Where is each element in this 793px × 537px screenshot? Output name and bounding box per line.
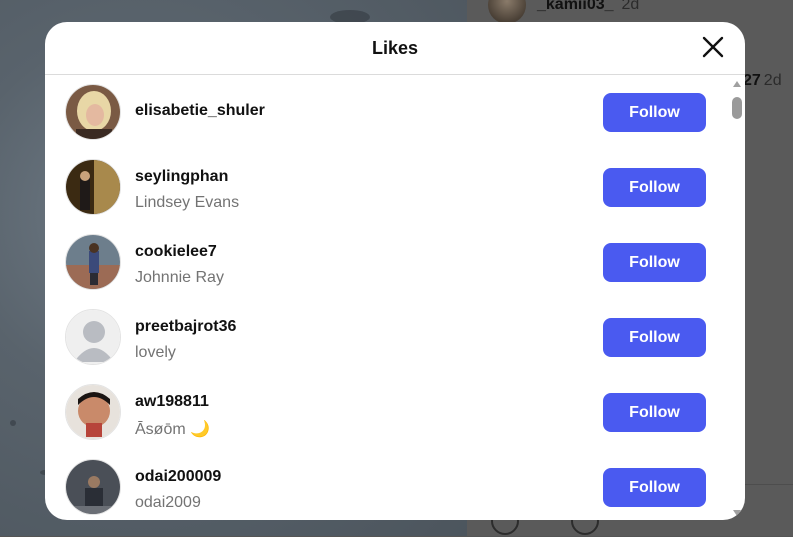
full-name: lovely [135, 344, 176, 361]
user-avatar[interactable] [65, 459, 121, 515]
follow-button[interactable]: Follow [603, 393, 706, 432]
close-icon [702, 36, 724, 58]
likes-list[interactable]: elisabetie_shuler Follow seylingphan Lin… [45, 75, 745, 520]
scroll-down-arrow-icon[interactable] [733, 510, 741, 516]
username[interactable]: cookielee7 [135, 243, 217, 261]
close-button[interactable] [701, 35, 725, 59]
follow-button[interactable]: Follow [603, 243, 706, 282]
full-name: Āsøōm 🌙 [135, 421, 211, 438]
scroll-up-arrow-icon[interactable] [733, 81, 741, 87]
follow-button[interactable]: Follow [603, 168, 706, 207]
likes-count-partial: 27 2d [743, 72, 782, 90]
full-name: odai2009 [135, 494, 201, 511]
follow-button[interactable]: Follow [603, 468, 706, 507]
list-item[interactable]: odai200009 odai2009 Follow [45, 450, 735, 520]
follow-button[interactable]: Follow [603, 318, 706, 357]
default-avatar-icon[interactable] [65, 309, 121, 365]
post-time: 2d [621, 0, 640, 13]
likes-time: 2d [763, 72, 782, 89]
post-author: _kamii03_ 2d [537, 0, 639, 14]
user-avatar[interactable] [65, 159, 121, 215]
username[interactable]: preetbajrot36 [135, 318, 236, 336]
list-item[interactable]: preetbajrot36 lovely Follow [45, 300, 735, 375]
username[interactable]: seylingphan [135, 168, 228, 186]
username[interactable]: odai200009 [135, 468, 221, 486]
scrollbar-thumb[interactable] [732, 97, 742, 119]
dialog-title: Likes [371, 38, 419, 58]
user-avatar[interactable] [65, 234, 121, 290]
user-avatar[interactable] [65, 84, 121, 140]
full-name: Johnnie Ray [135, 269, 224, 286]
user-avatar[interactable] [65, 384, 121, 440]
scrollbar[interactable] [730, 75, 744, 520]
username[interactable]: aw198811 [135, 393, 209, 411]
username[interactable]: elisabetie_shuler [135, 102, 265, 120]
full-name: Lindsey Evans [135, 194, 240, 211]
likes-count: 27 [743, 72, 761, 89]
likes-dialog: Likes elisabetie_shuler Follow seylingph… [45, 22, 745, 520]
follow-button[interactable]: Follow [603, 93, 706, 132]
list-item[interactable]: cookielee7 Johnnie Ray Follow [45, 225, 735, 300]
list-item[interactable]: elisabetie_shuler Follow [45, 75, 735, 150]
list-item[interactable]: seylingphan Lindsey Evans Follow [45, 150, 735, 225]
list-item[interactable]: aw198811 Āsøōm 🌙 Follow [45, 375, 735, 450]
dialog-header: Likes [45, 22, 745, 75]
post-author-username: _kamii03_ [537, 0, 614, 13]
